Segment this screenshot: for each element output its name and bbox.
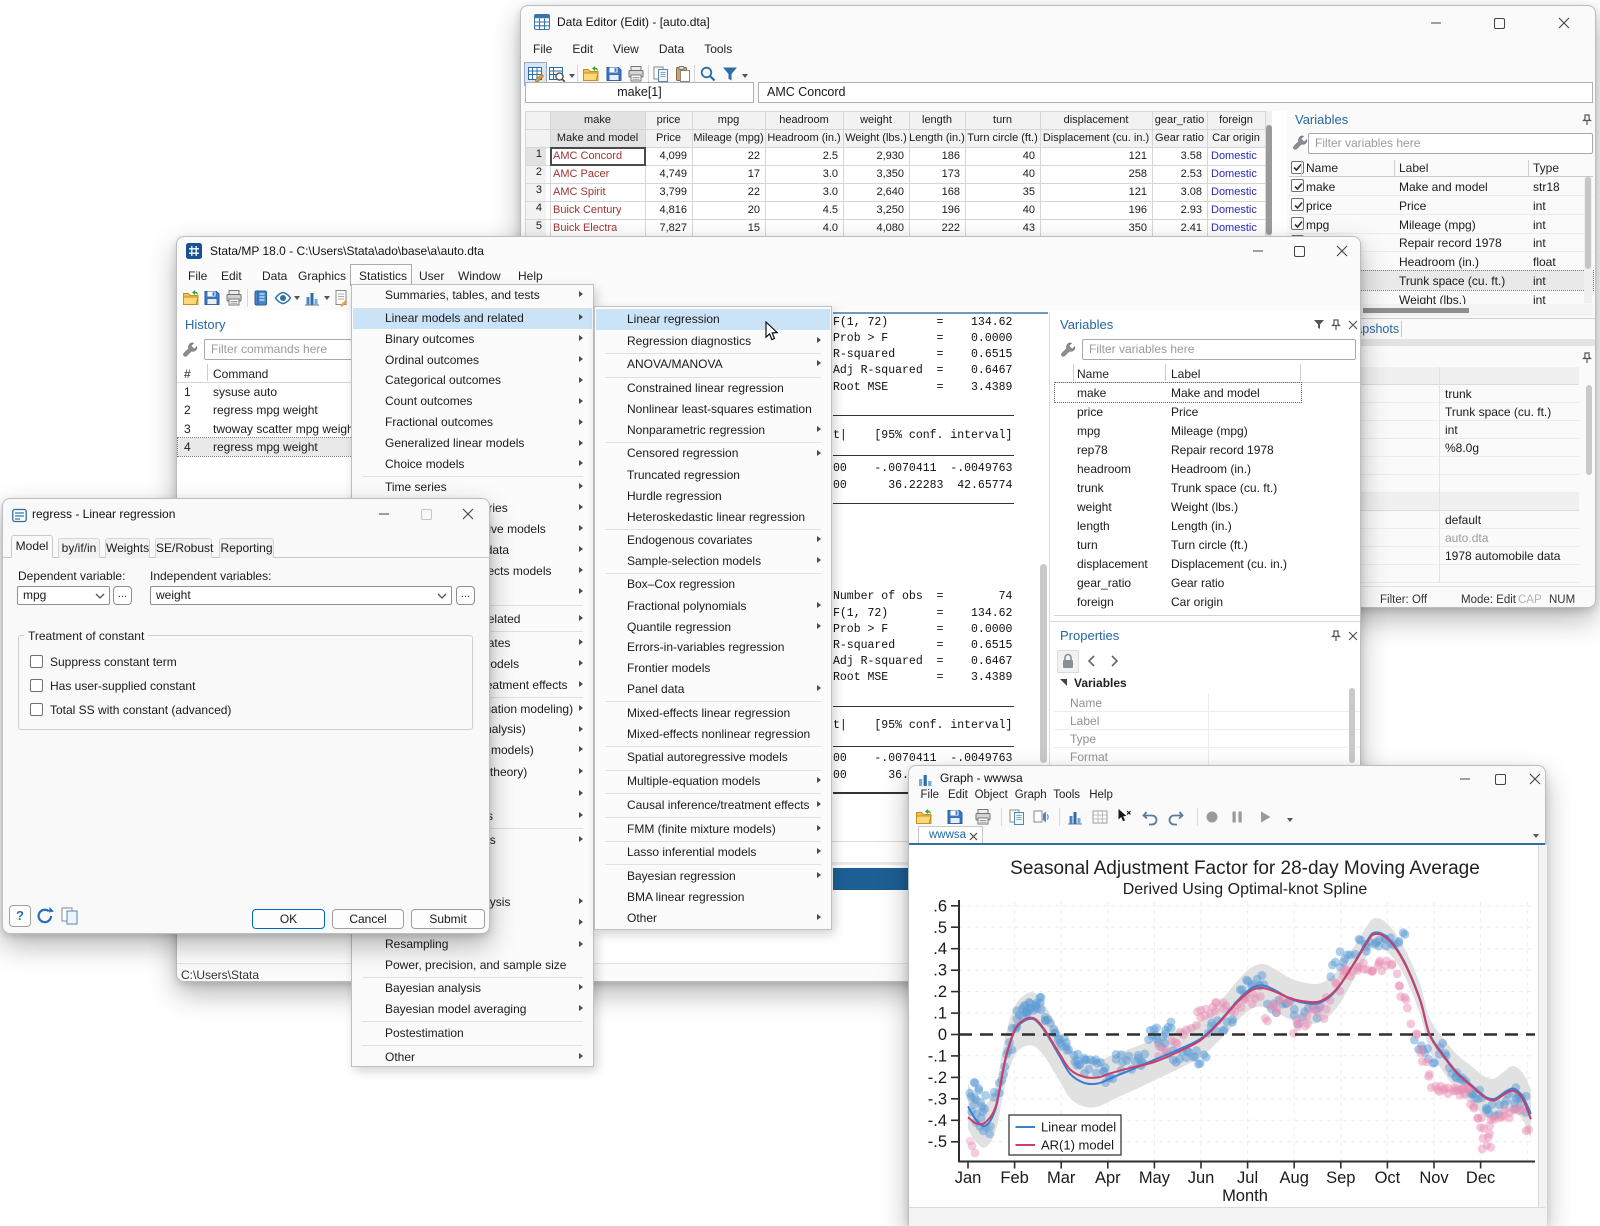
svg-text:.2: .2 xyxy=(933,983,947,1001)
svg-text:Jun: Jun xyxy=(1188,1169,1215,1187)
svg-text:Mar: Mar xyxy=(1047,1169,1076,1187)
svg-text:.4: .4 xyxy=(933,940,947,958)
svg-text:AR(1) model: AR(1) model xyxy=(1041,1138,1114,1153)
svg-text:Derived Using Optimal-knot Spl: Derived Using Optimal-knot Spline xyxy=(1123,881,1368,898)
svg-text:May: May xyxy=(1139,1169,1171,1187)
svg-text:.3: .3 xyxy=(933,962,947,980)
svg-text:Linear model: Linear model xyxy=(1041,1120,1116,1135)
svg-text:Sep: Sep xyxy=(1326,1169,1355,1187)
svg-text:.5: .5 xyxy=(933,919,947,937)
svg-text:Feb: Feb xyxy=(1000,1169,1028,1187)
svg-text:Jan: Jan xyxy=(955,1169,982,1187)
svg-text:Month: Month xyxy=(1222,1187,1268,1205)
svg-text:Nov: Nov xyxy=(1419,1169,1449,1187)
svg-text:.6: .6 xyxy=(933,897,947,915)
svg-text:-.3: -.3 xyxy=(928,1090,947,1108)
svg-text:0: 0 xyxy=(938,1026,947,1044)
svg-text:-.5: -.5 xyxy=(928,1133,947,1151)
svg-text:-.1: -.1 xyxy=(928,1047,947,1065)
svg-text:.1: .1 xyxy=(933,1005,947,1023)
svg-text:Apr: Apr xyxy=(1095,1169,1121,1187)
svg-text:Aug: Aug xyxy=(1280,1169,1309,1187)
svg-text:Jul: Jul xyxy=(1237,1169,1258,1187)
svg-text:Oct: Oct xyxy=(1375,1169,1401,1187)
svg-text:Dec: Dec xyxy=(1466,1169,1495,1187)
svg-text:Seasonal Adjustment Factor for: Seasonal Adjustment Factor for 28-day Mo… xyxy=(1010,858,1480,879)
svg-text:-.2: -.2 xyxy=(928,1069,947,1087)
svg-text:-.4: -.4 xyxy=(928,1112,947,1130)
